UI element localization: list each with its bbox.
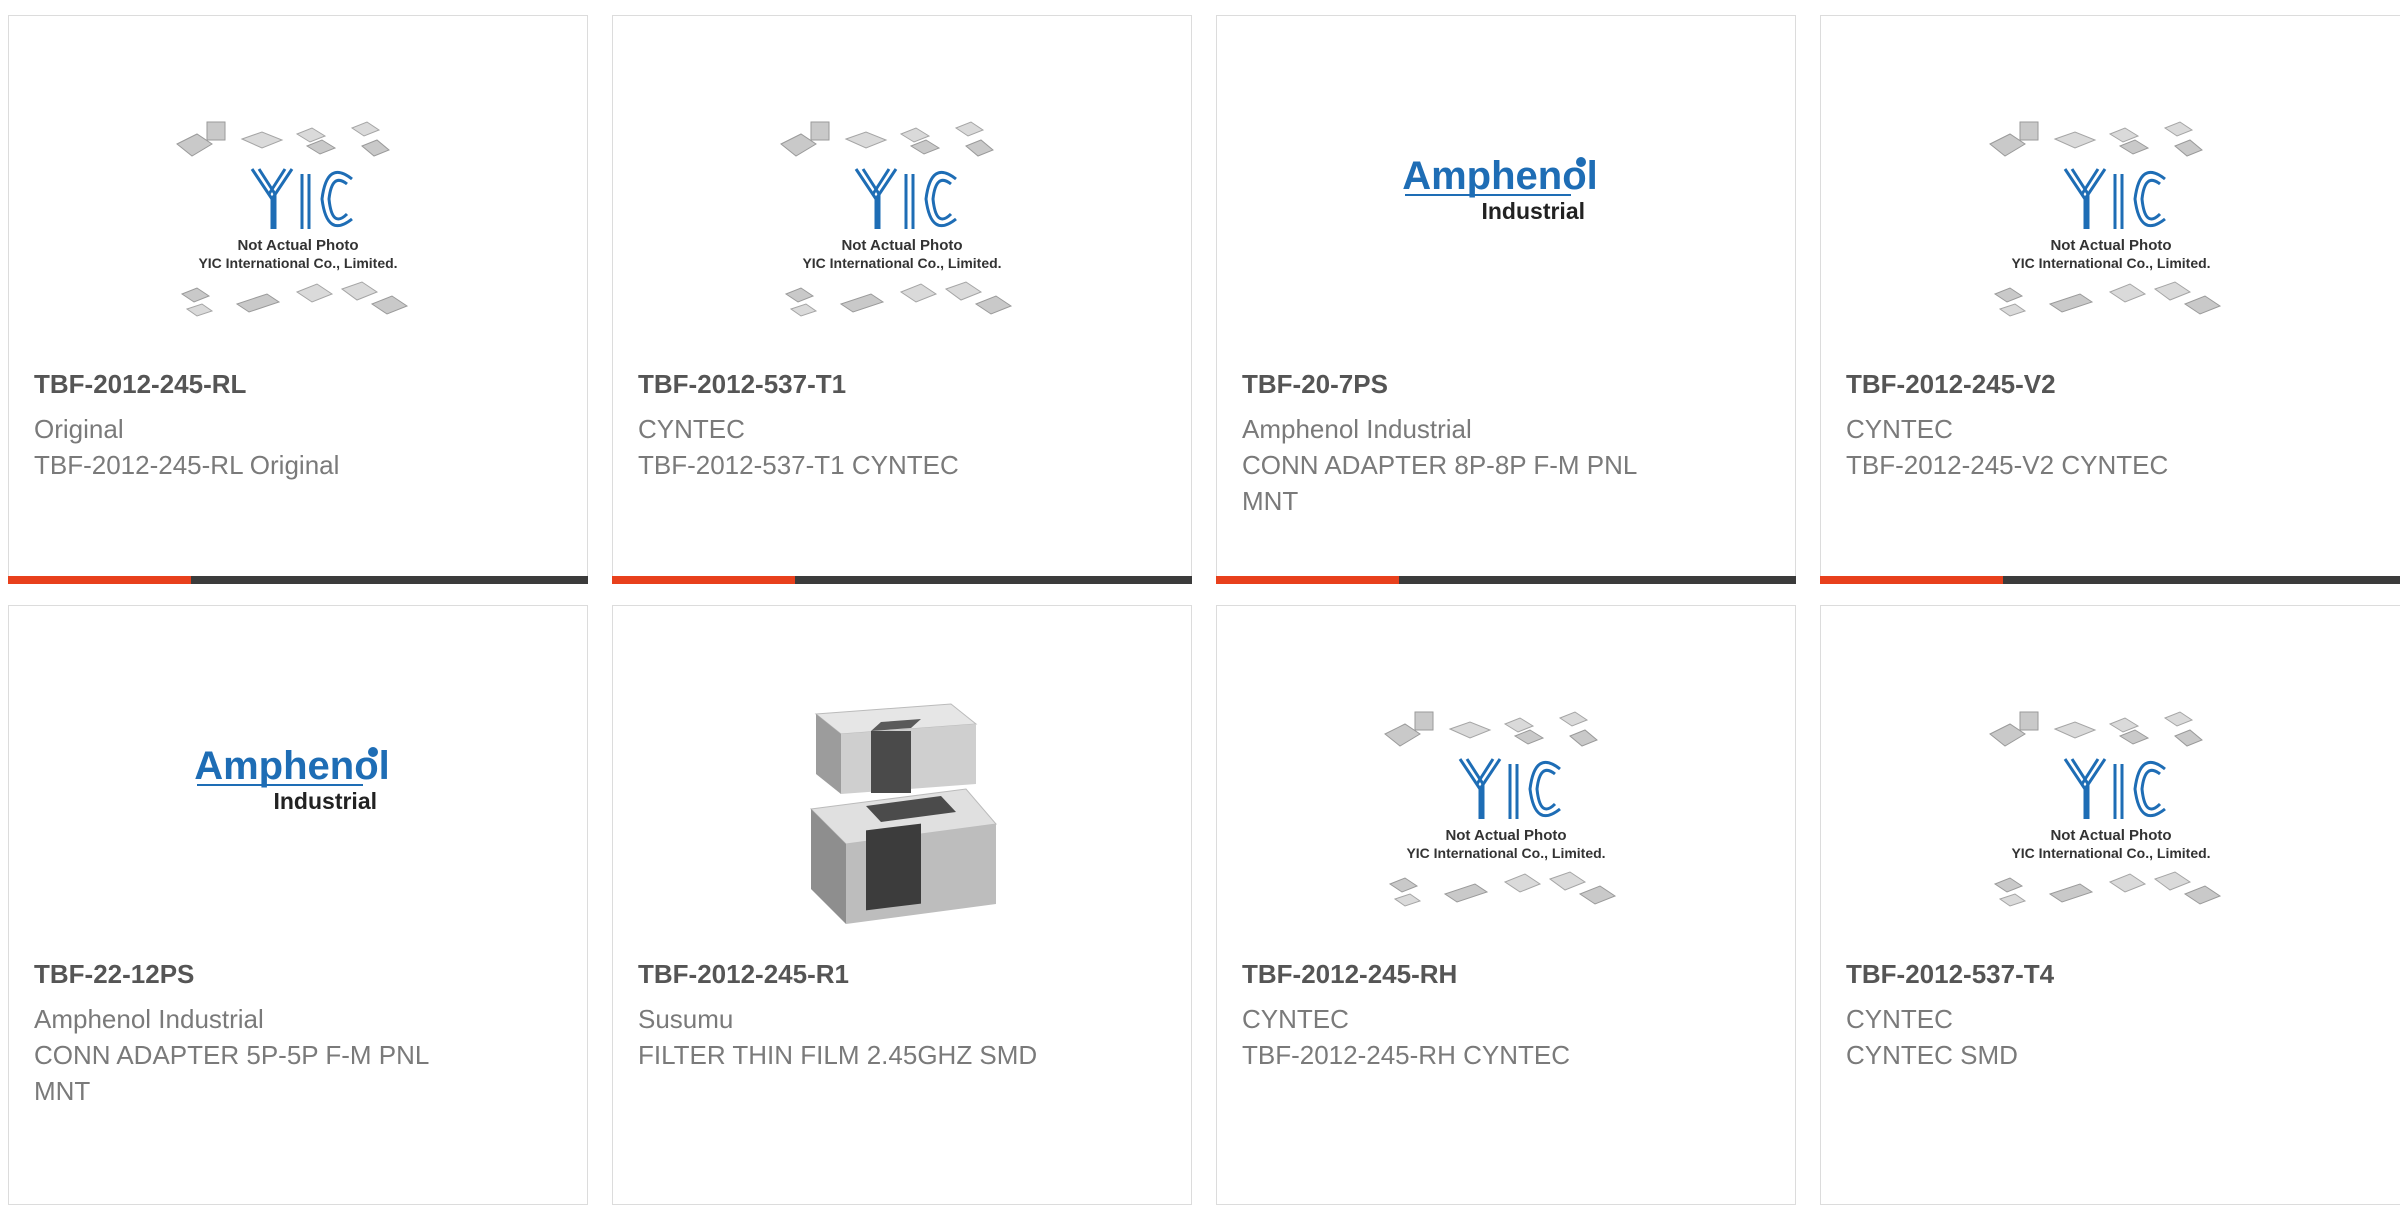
company-name: YIC International Co., Limited. — [802, 255, 1001, 271]
part-number[interactable]: TBF-2012-245-RH — [1242, 955, 1457, 993]
yic-logo-icon — [2063, 168, 2166, 229]
photo-note: Not Actual Photo — [237, 237, 358, 254]
product-image[interactable]: Amphenol Industrial — [167, 694, 429, 956]
yic-placeholder-image: Not Actual Photo YIC International Co., … — [780, 121, 1013, 317]
product-image[interactable]: Amphenol Industrial — [1375, 104, 1637, 366]
chip-cluster-top-icon — [780, 121, 994, 157]
card-accent-bar — [612, 576, 1192, 584]
company-name: YIC International Co., Limited. — [2011, 255, 2210, 271]
product-image[interactable]: Not Actual Photo YIC International Co., … — [1980, 104, 2242, 366]
chip-cluster-top-icon — [176, 121, 390, 157]
chip-cluster-bottom-icon — [1993, 281, 2221, 317]
company-name: YIC International Co., Limited. — [1406, 845, 1605, 861]
yic-placeholder-image: Not Actual Photo YIC International Co., … — [176, 121, 409, 317]
yic-logo-icon — [1458, 758, 1561, 819]
smd-chip-photo — [809, 703, 997, 924]
chip-cluster-top-icon — [1384, 711, 1598, 747]
photo-note: Not Actual Photo — [2050, 827, 2171, 844]
product-card[interactable]: Not Actual Photo YIC International Co., … — [1216, 605, 1796, 1205]
brand-name: Original — [34, 414, 124, 444]
brand-name: Amphenol Industrial — [34, 1004, 264, 1034]
product-image[interactable]: Not Actual Photo YIC International Co., … — [167, 104, 429, 366]
product-description: CONN ADAPTER 5P-5P F-M PNL MNT — [34, 1040, 429, 1106]
part-number[interactable]: TBF-2012-537-T4 — [1846, 955, 2054, 993]
chip-cluster-bottom-icon — [180, 281, 409, 317]
product-card[interactable]: Amphenol Industrial TBF-22-12PS Amphenol… — [8, 605, 588, 1205]
chip-cluster-bottom-icon — [1388, 871, 1617, 907]
brand-name: Susumu — [638, 1004, 734, 1034]
product-description: TBF-2012-537-T1 CYNTEC — [638, 450, 959, 480]
part-number[interactable]: TBF-2012-245-RL — [34, 365, 246, 403]
amphenol-logo: Amphenol Industrial — [1402, 154, 1598, 224]
product-description: CYNTEC SMD — [1846, 1040, 2018, 1070]
product-image[interactable]: Not Actual Photo YIC International Co., … — [1375, 694, 1637, 956]
yic-logo-icon — [250, 168, 353, 229]
chip-cluster-top-icon — [1988, 711, 2203, 747]
photo-note: Not Actual Photo — [1445, 827, 1566, 844]
product-description: TBF-2012-245-V2 CYNTEC — [1846, 450, 2169, 480]
product-description: CONN ADAPTER 8P-8P F-M PNL MNT — [1242, 450, 1637, 516]
card-accent-bar — [1216, 576, 1796, 584]
card-accent-bar — [8, 576, 588, 584]
smd-chip-icon — [809, 703, 997, 924]
part-number[interactable]: TBF-2012-537-T1 — [638, 365, 846, 403]
card-accent-bar — [1820, 576, 2400, 584]
chip-cluster-bottom-icon — [1993, 871, 2221, 907]
part-number[interactable]: TBF-22-12PS — [34, 955, 194, 993]
photo-note: Not Actual Photo — [2050, 237, 2171, 254]
product-description: TBF-2012-245-RH CYNTEC — [1242, 1040, 1570, 1070]
chip-cluster-bottom-icon — [784, 281, 1013, 317]
logo-sub-text: Industrial — [1481, 198, 1585, 224]
yic-logo-icon — [854, 168, 957, 229]
yic-placeholder-image: Not Actual Photo YIC International Co., … — [1988, 121, 2221, 317]
product-description: FILTER THIN FILM 2.45GHZ SMD — [638, 1040, 1038, 1070]
brand-name: Amphenol Industrial — [1242, 414, 1472, 444]
product-card[interactable]: Not Actual Photo YIC International Co., … — [1820, 605, 2400, 1205]
yic-placeholder-image: Not Actual Photo YIC International Co., … — [1384, 711, 1617, 907]
product-card[interactable]: TBF-2012-245-R1 Susumu FILTER THIN FILM … — [612, 605, 1192, 1205]
part-number[interactable]: TBF-20-7PS — [1242, 365, 1388, 403]
logo-main-text: Amphenol — [194, 744, 390, 788]
company-name: YIC International Co., Limited. — [2011, 845, 2210, 861]
product-description: TBF-2012-245-RL Original — [34, 450, 340, 480]
part-number[interactable]: TBF-2012-245-V2 — [1846, 365, 2056, 403]
brand-name: CYNTEC — [1846, 1004, 1953, 1034]
logo-main-text: Amphenol — [1402, 154, 1598, 198]
amphenol-logo: Amphenol Industrial — [194, 744, 390, 814]
brand-name: CYNTEC — [1242, 1004, 1349, 1034]
yic-placeholder-image: Not Actual Photo YIC International Co., … — [1988, 711, 2221, 907]
part-number[interactable]: TBF-2012-245-R1 — [638, 955, 849, 993]
product-image[interactable]: Not Actual Photo YIC International Co., … — [771, 104, 1033, 366]
product-card[interactable]: Not Actual Photo YIC International Co., … — [612, 15, 1192, 584]
yic-logo-icon — [2063, 758, 2166, 819]
chip-cluster-top-icon — [1988, 121, 2203, 157]
product-card[interactable]: Not Actual Photo YIC International Co., … — [1820, 15, 2400, 584]
brand-name: CYNTEC — [638, 414, 745, 444]
product-image[interactable]: Not Actual Photo YIC International Co., … — [1980, 694, 2242, 956]
company-name: YIC International Co., Limited. — [198, 255, 397, 271]
product-card[interactable]: Amphenol Industrial TBF-20-7PS Amphenol … — [1216, 15, 1796, 584]
photo-note: Not Actual Photo — [841, 237, 962, 254]
brand-name: CYNTEC — [1846, 414, 1953, 444]
logo-sub-text: Industrial — [273, 788, 377, 814]
product-card[interactable]: Not Actual Photo YIC International Co., … — [8, 15, 588, 584]
product-image[interactable] — [771, 694, 1033, 956]
